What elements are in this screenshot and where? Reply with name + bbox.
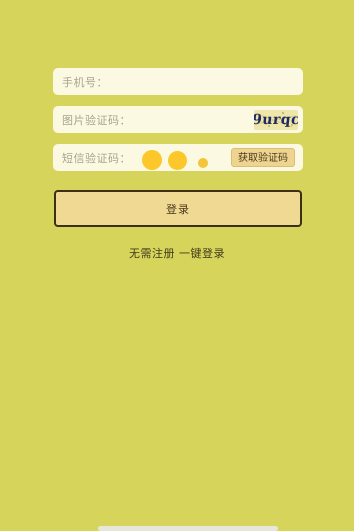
one-click-login-link[interactable]: 无需注册 一键登录 <box>0 245 354 261</box>
image-captcha-label: 图片验证码： <box>62 113 131 127</box>
loading-indicator <box>142 150 214 170</box>
home-indicator[interactable] <box>98 526 278 531</box>
sms-code-field[interactable]: 短信验证码： 获取验证码 <box>53 144 303 171</box>
get-sms-code-button[interactable]: 获取验证码 <box>231 148 295 167</box>
loading-dot <box>142 150 162 170</box>
phone-field[interactable]: 手机号： <box>53 68 303 95</box>
captcha-image[interactable]: 9urqc <box>254 110 298 130</box>
captcha-text: 9urqc <box>254 112 298 128</box>
loading-dot <box>168 151 187 170</box>
sms-code-label: 短信验证码： <box>62 151 131 165</box>
loading-dot <box>198 158 208 168</box>
login-button[interactable]: 登录 <box>54 190 302 227</box>
phone-label: 手机号： <box>62 75 108 89</box>
phone-input[interactable] <box>108 68 303 95</box>
image-captcha-field[interactable]: 图片验证码： 9urqc <box>53 106 303 133</box>
